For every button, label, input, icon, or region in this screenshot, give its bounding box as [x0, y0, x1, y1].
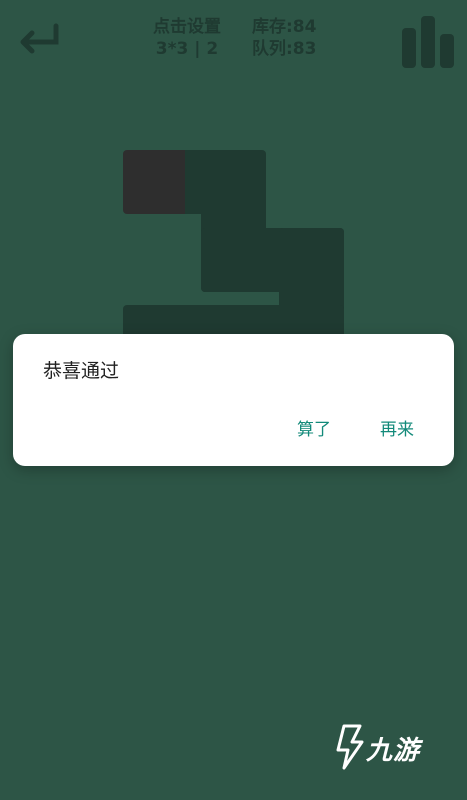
stats-button[interactable] — [400, 12, 454, 68]
stock-count: 库存:84 — [252, 17, 317, 37]
watermark-logo: 九游 — [334, 722, 434, 772]
back-button[interactable] — [16, 22, 62, 58]
puzzle-tile[interactable] — [279, 228, 344, 348]
queue-count: 队列:83 — [252, 39, 317, 59]
dialog-message: 恭喜通过 — [43, 360, 120, 382]
empty-cell — [123, 150, 189, 214]
watermark-text: 九游 — [366, 736, 421, 766]
success-dialog: 恭喜通过 算了 再来 — [13, 334, 454, 466]
puzzle-tile[interactable] — [201, 228, 344, 292]
cancel-button[interactable]: 算了 — [297, 418, 331, 442]
retry-button[interactable]: 再来 — [380, 418, 414, 442]
game-screen: 点击设置 3*3 | 2 库存:84 队列:83 恭喜通过 算了 再来 九游 — [0, 0, 467, 800]
settings-label: 点击设置 — [153, 17, 221, 37]
inventory-info: 库存:84 队列:83 — [252, 16, 316, 60]
lightning-logo-icon — [336, 724, 364, 770]
puzzle-tile[interactable] — [185, 150, 266, 214]
grid-info: 3*3 | 2 — [155, 39, 219, 59]
back-arrow-icon — [20, 23, 59, 54]
settings-button[interactable]: 点击设置 3*3 | 2 — [140, 16, 234, 60]
puzzle-tile[interactable] — [201, 210, 266, 292]
